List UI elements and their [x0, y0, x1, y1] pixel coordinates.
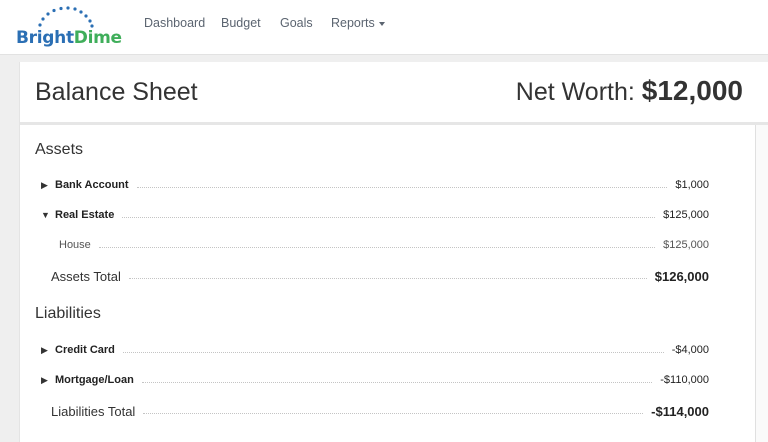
- brand-name: BrightDime: [16, 28, 122, 48]
- balance-sheet-panel: Balance Sheet Net Worth: $12,000 Assets …: [19, 62, 768, 442]
- page-title: Balance Sheet: [35, 78, 198, 106]
- assets-total-label: Assets Total: [51, 268, 121, 284]
- liabilities-total-row: Liabilities Total -$114,000: [35, 400, 709, 422]
- dotted-leader: [143, 412, 644, 414]
- brand-name-part2: Dime: [73, 28, 122, 48]
- row-amount: $125,000: [663, 239, 709, 251]
- asset-subrow-house[interactable]: House $125,000: [35, 236, 709, 254]
- row-amount: -$4,000: [671, 344, 709, 356]
- row-label: Mortgage/Loan: [55, 374, 134, 386]
- row-amount: $1,000: [675, 179, 709, 191]
- caret-down-icon: [378, 21, 385, 26]
- brand-name-part1: Bright: [16, 28, 74, 48]
- liabilities-total-label: Liabilities Total: [51, 403, 136, 419]
- dotted-leader: [98, 246, 656, 248]
- top-navbar: BrightDime Dashboard Budget Goals Report…: [0, 0, 768, 55]
- row-label: Bank Account: [55, 179, 129, 191]
- triangle-right-icon[interactable]: ▶: [41, 180, 55, 191]
- assets-total-row: Assets Total $126,000: [35, 265, 709, 287]
- dotted-leader: [141, 381, 653, 383]
- brand-logo[interactable]: BrightDime: [14, 6, 126, 50]
- asset-row-bank-account[interactable]: ▶ Bank Account $1,000: [35, 176, 709, 194]
- dotted-leader: [122, 351, 664, 353]
- triangle-down-icon[interactable]: ▼: [41, 210, 55, 220]
- asset-row-real-estate[interactable]: ▼ Real Estate $125,000: [35, 206, 709, 224]
- nav-dashboard[interactable]: Dashboard: [144, 16, 205, 30]
- nav-reports-label: Reports: [331, 16, 375, 30]
- row-label: Credit Card: [55, 344, 115, 356]
- liability-row-credit-card[interactable]: ▶ Credit Card -$4,000: [35, 341, 709, 359]
- row-amount: $125,000: [663, 209, 709, 221]
- dotted-leader: [122, 216, 656, 218]
- side-strip: [756, 125, 768, 442]
- dotted-leader: [128, 277, 647, 279]
- panel-header: Balance Sheet Net Worth: $12,000: [20, 62, 768, 125]
- dotted-leader: [136, 186, 668, 188]
- nav-goals[interactable]: Goals: [280, 16, 313, 30]
- triangle-right-icon[interactable]: ▶: [41, 345, 55, 356]
- row-label: Real Estate: [55, 209, 115, 221]
- triangle-right-icon[interactable]: ▶: [41, 375, 55, 386]
- liabilities-title: Liabilities: [35, 305, 101, 322]
- net-worth: Net Worth: $12,000: [516, 75, 743, 107]
- row-label: House: [59, 239, 91, 251]
- row-amount: -$110,000: [660, 374, 709, 386]
- net-worth-value: $12,000: [641, 75, 743, 106]
- assets-title: Assets: [35, 141, 84, 158]
- net-worth-label: Net Worth:: [515, 78, 635, 106]
- liability-row-mortgage-loan[interactable]: ▶ Mortgage/Loan -$110,000: [35, 371, 709, 389]
- liabilities-total-amount: -$114,000: [651, 403, 709, 419]
- assets-total-amount: $126,000: [654, 268, 709, 284]
- nav-budget[interactable]: Budget: [221, 16, 261, 30]
- nav-reports[interactable]: Reports: [331, 16, 385, 30]
- dots-arc-icon: [38, 6, 94, 28]
- balance-sheet-content: Assets ▶ Bank Account $1,000 ▼ Real Esta…: [20, 125, 756, 442]
